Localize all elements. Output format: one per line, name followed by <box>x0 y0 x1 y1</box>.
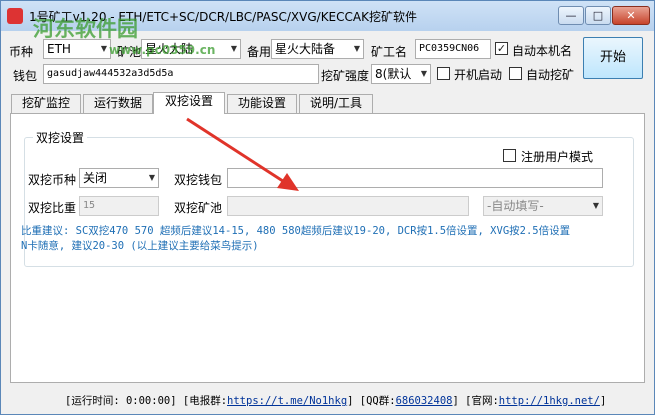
ratio-advice-line-1: 比重建议: SC双挖470 570 超频后建议14-15, 480 580超频后… <box>21 225 571 237</box>
backup-pool-value: 星火大陆备 <box>275 42 336 56</box>
tab-panel-dual-mining: 双挖设置 注册用户模式 双挖币种 关闭 ▼ 双挖钱包 双挖比重 15 双挖矿池 -… <box>10 113 645 383</box>
status-close-bracket: ] <box>599 395 607 407</box>
dual-pool-select-value: -自动填写- <box>487 199 544 213</box>
checkmark-icon: ✓ <box>496 42 507 55</box>
intensity-select[interactable]: 8(默认 ▼ <box>371 64 431 84</box>
watermark-url: www.pc0359.cn <box>109 43 216 57</box>
dual-pool-input[interactable] <box>227 196 469 216</box>
ratio-advice-line-2: N卡随意, 建议20-30 (以上建议主要给菜鸟提示) <box>21 240 259 252</box>
watermark-brand: 河东软件园 <box>33 17 138 41</box>
dual-wallet-label: 双挖钱包 <box>174 173 223 187</box>
qq-group-link[interactable]: 686032408 <box>396 395 453 407</box>
autostart-checkbox[interactable] <box>437 67 450 80</box>
dual-mining-group: 双挖设置 注册用户模式 双挖币种 关闭 ▼ 双挖钱包 双挖比重 15 双挖矿池 -… <box>21 129 634 267</box>
dual-pool-label: 双挖矿池 <box>174 201 223 215</box>
dual-ratio-input[interactable]: 15 <box>79 196 159 216</box>
maximize-button[interactable]: □ <box>585 6 611 25</box>
chevron-down-icon: ▼ <box>230 44 237 53</box>
chevron-down-icon: ▼ <box>353 44 360 53</box>
dual-wallet-input[interactable] <box>227 168 603 188</box>
chevron-down-icon: ▼ <box>592 201 599 210</box>
runtime-label: [运行时间: <box>65 395 126 407</box>
group-title: 双挖设置 <box>33 129 88 146</box>
app-icon <box>7 8 23 24</box>
minimize-button[interactable]: — <box>558 6 584 25</box>
site-label: ] [官网: <box>452 395 499 407</box>
automine-checkbox[interactable] <box>509 67 522 80</box>
dual-coin-label: 双挖币种 <box>28 173 77 187</box>
coin-value: ETH <box>47 42 71 56</box>
auto-name-checkbox[interactable]: ✓ <box>495 42 508 55</box>
chevron-down-icon: ▼ <box>148 173 155 182</box>
register-mode-checkbox[interactable] <box>503 149 516 162</box>
tab-runtime-data[interactable]: 运行数据 <box>83 94 153 113</box>
intensity-value: 8(默认 <box>375 67 412 81</box>
chevron-down-icon: ▼ <box>420 69 427 78</box>
backup-pool-select[interactable]: 星火大陆备 ▼ <box>271 39 364 59</box>
qq-label: ] [QQ群: <box>347 395 396 407</box>
tab-mining-monitor[interactable]: 挖矿监控 <box>11 94 81 113</box>
worker-name-input[interactable]: PC0359CN06 <box>415 39 491 59</box>
dual-pool-select[interactable]: -自动填写- ▼ <box>483 196 603 216</box>
telegram-label: ] [电报群: <box>170 395 228 407</box>
runtime-value: 0:00:00 <box>125 395 171 407</box>
tab-function-settings[interactable]: 功能设置 <box>227 94 297 113</box>
app-window: 1号矿工v1.20 - ETH/ETC+SC/DCR/LBC/PASC/XVG/… <box>0 0 655 415</box>
wallet-input[interactable]: gasudjaw444532a3d5d5a <box>43 64 319 84</box>
status-bar: [运行时间: 0:00:00] [电报群:https://t.me/No1hkg… <box>65 393 606 408</box>
worker-name-label: 矿工名 <box>371 45 408 59</box>
telegram-link[interactable]: https://t.me/No1hkg <box>227 395 347 407</box>
auto-name-label: 自动本机名 <box>512 44 573 58</box>
register-mode-label: 注册用户模式 <box>521 150 594 164</box>
website-link[interactable]: http://1hkg.net/ <box>499 395 600 407</box>
dual-ratio-label: 双挖比重 <box>28 201 77 215</box>
backup-pool-label: 备用 <box>247 45 272 59</box>
tab-dual-mining-settings[interactable]: 双挖设置 <box>153 92 225 114</box>
start-button[interactable]: 开始 <box>583 37 643 79</box>
dual-coin-value: 关闭 <box>83 171 108 185</box>
automine-label: 自动挖矿 <box>526 68 575 82</box>
tab-help-tools[interactable]: 说明/工具 <box>299 94 373 113</box>
intensity-label: 挖矿强度 <box>321 69 370 83</box>
main-client-area: 币种 ETH ▼ 矿池 星火大陆 ▼ 备用 星火大陆备 ▼ 矿工名 PC0359CN0… <box>7 31 648 408</box>
close-button[interactable]: ✕ <box>612 6 650 25</box>
wallet-label: 钱包 <box>13 69 38 83</box>
autostart-label: 开机启动 <box>454 68 503 82</box>
coin-label: 币种 <box>9 45 34 59</box>
dual-coin-select[interactable]: 关闭 ▼ <box>79 168 159 188</box>
